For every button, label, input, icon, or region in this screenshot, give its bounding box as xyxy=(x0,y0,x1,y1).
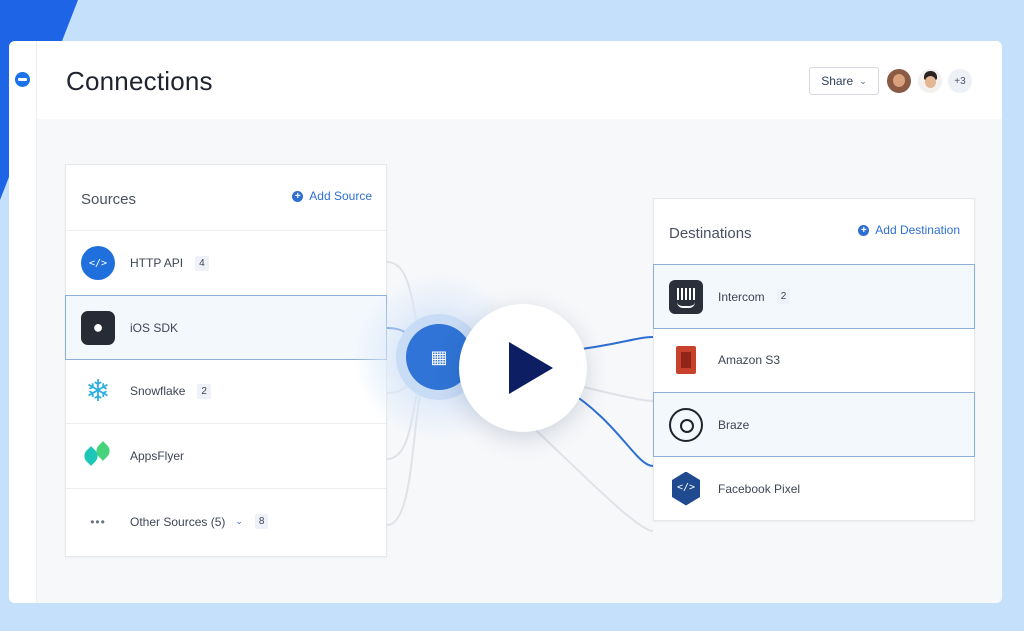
connection-count-badge: 2 xyxy=(197,383,211,399)
page-title: Connections xyxy=(66,66,213,96)
plus-circle-icon: + xyxy=(858,224,870,236)
chevron-down-icon: ⌄ xyxy=(859,75,867,86)
avatar[interactable] xyxy=(885,67,913,95)
share-label: Share xyxy=(821,74,854,88)
destinations-panel-header: Destinations + Add Destination xyxy=(654,199,974,265)
destination-row-amazon-s3[interactable]: Amazon S3 xyxy=(654,328,974,393)
share-button[interactable]: Share ⌄ xyxy=(809,67,879,95)
amazon-s3-icon xyxy=(669,343,703,377)
avatar[interactable] xyxy=(916,67,944,95)
apple-icon: ● xyxy=(81,310,115,345)
page-header: Connections Share ⌄ +3 xyxy=(37,41,1002,119)
sources-title: Sources xyxy=(81,191,137,208)
app-window: Connections Share ⌄ +3 Sources + Add Sou… xyxy=(9,41,1002,603)
facebook-pixel-icon: </> xyxy=(669,472,703,506)
connection-count-badge: 2 xyxy=(776,289,791,304)
extra-collaborators-badge[interactable]: +3 xyxy=(946,67,974,95)
destination-label: Facebook Pixel xyxy=(718,481,801,496)
connection-count-badge: 8 xyxy=(254,514,269,529)
add-destination-label: Add Destination xyxy=(875,223,960,237)
sources-panel: Sources + Add Source </> HTTP API 4 ● iO… xyxy=(65,164,387,557)
play-video-button[interactable] xyxy=(459,304,587,432)
source-label: HTTP API xyxy=(130,256,184,270)
destination-row-braze[interactable]: Braze xyxy=(653,392,975,457)
destination-label: Intercom xyxy=(718,289,765,304)
destination-row-facebook-pixel[interactable]: </> Facebook Pixel xyxy=(654,456,974,521)
source-row-other-sources[interactable]: ••• Other Sources (5) ⌄ 8 xyxy=(66,489,386,554)
chevron-down-icon[interactable]: ⌄ xyxy=(235,516,243,527)
plus-circle-icon: + xyxy=(292,190,304,202)
more-dots-icon: ••• xyxy=(90,514,106,529)
destination-label: Braze xyxy=(718,417,750,432)
source-row-appsflyer[interactable]: AppsFlyer xyxy=(66,424,386,489)
source-row-ios-sdk[interactable]: ● iOS SDK xyxy=(65,295,387,360)
source-label: AppsFlyer xyxy=(130,449,185,463)
destination-label: Amazon S3 xyxy=(718,353,781,367)
source-row-snowflake[interactable]: ❄ Snowflake 2 xyxy=(66,359,386,424)
snowflake-icon: ❄ xyxy=(85,374,111,408)
source-label: iOS SDK xyxy=(130,320,179,335)
add-destination-button[interactable]: + Add Destination xyxy=(858,223,960,237)
braze-icon xyxy=(669,407,703,442)
destinations-title: Destinations xyxy=(669,225,752,242)
left-rail xyxy=(9,41,37,603)
intercom-icon xyxy=(669,279,703,314)
add-source-button[interactable]: + Add Source xyxy=(292,189,372,203)
appsflyer-icon xyxy=(81,439,115,473)
sources-panel-header: Sources + Add Source xyxy=(66,165,386,231)
connections-canvas: Sources + Add Source </> HTTP API 4 ● iO… xyxy=(37,119,1002,603)
source-row-http-api[interactable]: </> HTTP API 4 xyxy=(66,231,386,296)
http-api-icon: </> xyxy=(81,246,115,280)
destinations-panel: Destinations + Add Destination Intercom … xyxy=(653,198,975,521)
source-label: Snowflake xyxy=(130,384,186,398)
add-source-label: Add Source xyxy=(309,189,372,203)
app-logo-icon[interactable] xyxy=(15,72,30,87)
destination-row-intercom[interactable]: Intercom 2 xyxy=(653,264,975,329)
source-label: Other Sources (5) xyxy=(130,514,226,529)
connection-count-badge: 4 xyxy=(195,255,209,271)
